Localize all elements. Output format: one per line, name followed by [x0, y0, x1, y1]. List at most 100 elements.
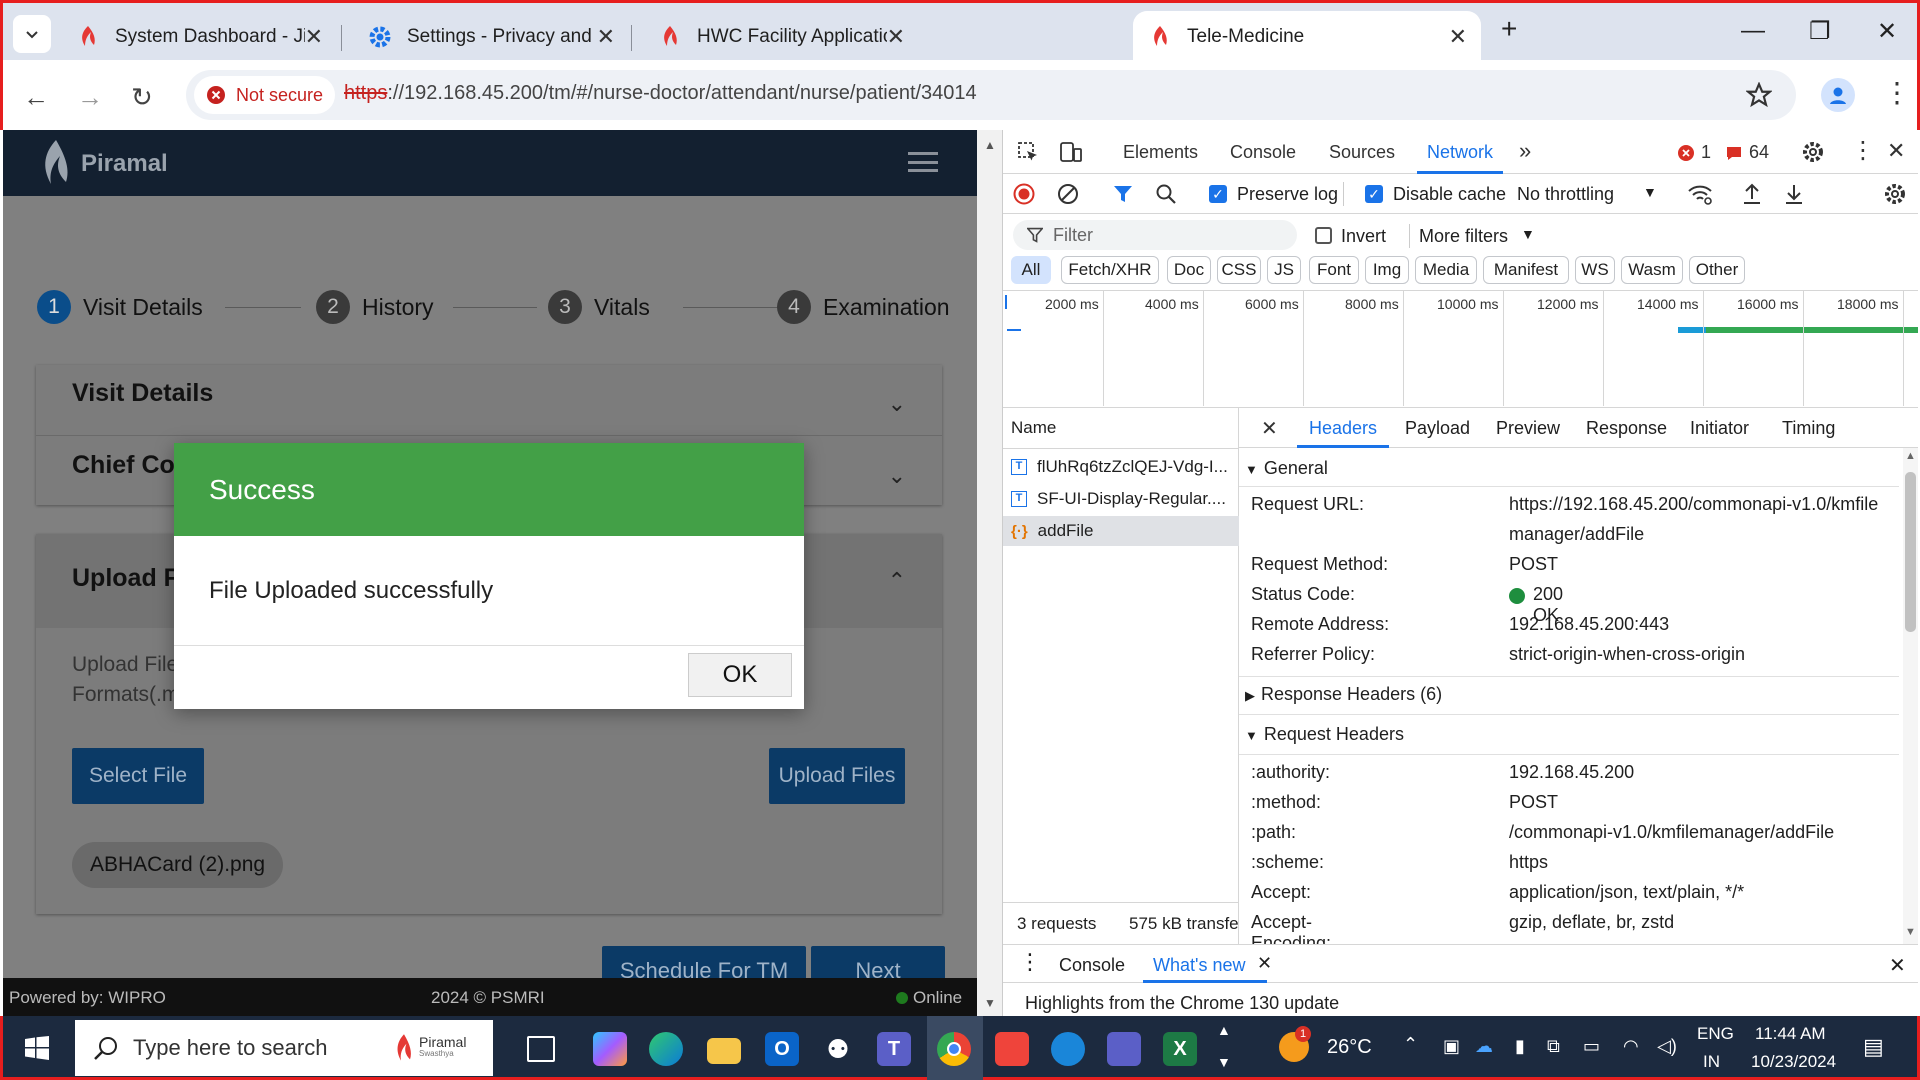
response-headers-toggle[interactable]: ▶ Response Headers (6) [1245, 684, 1442, 705]
meet-now-icon[interactable]: ▣ [1443, 1036, 1460, 1057]
close-icon[interactable]: ✕ [597, 24, 615, 50]
windows-start-icon[interactable] [25, 1036, 49, 1060]
network-conditions-icon[interactable] [1687, 182, 1713, 206]
remote-desktop-icon[interactable] [1051, 1032, 1085, 1066]
scroll-down-icon[interactable]: ▼ [1905, 926, 1916, 938]
excel-icon[interactable]: X [1163, 1032, 1197, 1066]
anydesk-icon[interactable] [995, 1032, 1029, 1066]
request-headers-toggle[interactable]: ▼ Request Headers [1245, 724, 1404, 745]
detail-tab-response[interactable]: Response [1586, 418, 1667, 439]
tab-tele-medicine[interactable]: Tele-Medicine ✕ [1133, 11, 1481, 63]
onedrive-icon[interactable]: ☁ [1475, 1036, 1493, 1057]
close-icon[interactable]: ✕ [887, 24, 905, 50]
filter-chip-font[interactable]: Font [1309, 256, 1359, 284]
clear-icon[interactable] [1057, 183, 1079, 205]
network-app-icon[interactable]: ⚉ [821, 1032, 855, 1066]
bookmark-star-icon[interactable] [1746, 82, 1772, 108]
volume-icon[interactable]: ◁) [1657, 1036, 1677, 1057]
tab-search-button[interactable] [13, 15, 51, 53]
reload-icon[interactable]: ↻ [131, 82, 153, 113]
profile-avatar[interactable] [1821, 78, 1855, 112]
filter-chip-css[interactable]: CSS [1217, 256, 1261, 284]
network-settings-icon[interactable] [1883, 182, 1907, 206]
new-tab-plus-icon[interactable]: + [1501, 13, 1517, 45]
general-section-toggle[interactable]: ▼ General [1245, 458, 1328, 479]
step-history[interactable]: 2 History [316, 290, 434, 324]
task-view-icon[interactable] [527, 1036, 555, 1062]
devtools-menu-icon[interactable]: ⋮ [1851, 136, 1875, 165]
file-explorer-icon[interactable] [707, 1038, 741, 1064]
error-icon[interactable] [1677, 144, 1695, 162]
filter-chip-ws[interactable]: WS [1575, 256, 1615, 284]
detail-close-icon[interactable]: ✕ [1261, 416, 1278, 441]
scroll-up-icon[interactable]: ▲ [1905, 450, 1916, 462]
teams-icon[interactable]: T [877, 1032, 911, 1066]
filter-chip-img[interactable]: Img [1365, 256, 1409, 284]
close-icon[interactable]: ✕ [305, 24, 323, 50]
teams-classic-icon[interactable] [1107, 1032, 1141, 1066]
filter-chip-all[interactable]: All [1011, 256, 1051, 284]
battery-icon[interactable]: ▭ [1583, 1036, 1600, 1057]
scroll-up-icon[interactable]: ▲ [984, 138, 996, 152]
devtools-close-icon[interactable]: ✕ [1887, 138, 1905, 164]
window-close-icon[interactable]: ✕ [1877, 17, 1897, 46]
header-value[interactable]: 192.168.45.200 [1509, 762, 1634, 783]
devtools-tab-console[interactable]: Console [1230, 142, 1296, 163]
search-icon[interactable] [1155, 183, 1177, 205]
header-value[interactable]: application/json, text/plain, */* [1509, 882, 1744, 903]
throttling-dropdown-icon[interactable]: ▼ [1643, 184, 1657, 200]
chevron-down-icon[interactable]: ⌄ [888, 463, 906, 489]
name-column-header[interactable]: Name [1011, 418, 1056, 438]
drawer-close-icon[interactable]: ✕ [1889, 953, 1906, 978]
throttling-select[interactable]: No throttling [1517, 184, 1614, 205]
browser-menu-icon[interactable]: ⋮ [1883, 76, 1911, 109]
filter-chip-fetch-xhr[interactable]: Fetch/XHR [1061, 256, 1159, 284]
header-value[interactable]: 192.168.45.200:443 [1509, 614, 1669, 635]
filter-chip-wasm[interactable]: Wasm [1621, 256, 1683, 284]
detail-scrollbar[interactable]: ▲ ▼ [1903, 448, 1918, 944]
chevron-up-icon[interactable]: ⌃ [888, 568, 906, 594]
chevron-down-icon[interactable]: ▼ [1521, 226, 1535, 242]
settings-gear-icon[interactable] [1801, 140, 1825, 164]
filter-chip-manifest[interactable]: Manifest [1483, 256, 1569, 284]
notifications-icon[interactable]: ▤ [1863, 1034, 1884, 1060]
filter-icon[interactable] [1113, 184, 1133, 204]
upload-icon[interactable] [1741, 182, 1763, 206]
scroll-down-icon[interactable]: ▼ [984, 996, 996, 1010]
wifi-icon[interactable]: ◠ [1623, 1036, 1639, 1057]
download-icon[interactable] [1783, 182, 1805, 206]
select-file-button[interactable]: Select File [72, 748, 204, 804]
address-bar[interactable]: Not secure https://192.168.45.200/tm/#/n… [186, 70, 1796, 120]
issues-icon[interactable] [1725, 144, 1743, 162]
record-icon[interactable] [1013, 183, 1035, 205]
filter-chip-other[interactable]: Other [1689, 256, 1745, 284]
drawer-tab-console[interactable]: Console [1059, 955, 1125, 976]
header-value[interactable]: strict-origin-when-cross-origin [1509, 644, 1745, 665]
language-line1[interactable]: ENG [1697, 1024, 1734, 1044]
drawer-tab-whats-new[interactable]: What's new [1153, 955, 1245, 976]
header-value[interactable]: POST [1509, 792, 1558, 813]
upload-files-button[interactable]: Upload Files [769, 748, 905, 804]
chevron-down-icon[interactable]: ⌄ [888, 391, 906, 417]
detail-tab-headers[interactable]: Headers [1309, 418, 1377, 439]
tab-jira[interactable]: System Dashboard - Jira ✕ [61, 11, 337, 63]
microphone-icon[interactable]: ▮ [1515, 1036, 1525, 1057]
clock-time[interactable]: 11:44 AM [1755, 1024, 1826, 1044]
header-value[interactable]: POST [1509, 554, 1558, 575]
restore-icon[interactable]: ❐ [1809, 17, 1831, 46]
ok-button[interactable]: OK [688, 653, 792, 697]
url-text[interactable]: https://192.168.45.200/tm/#/nurse-doctor… [344, 82, 977, 105]
security-chip[interactable]: Not secure [194, 76, 336, 114]
language-line2[interactable]: IN [1703, 1052, 1720, 1072]
detail-tab-timing[interactable]: Timing [1782, 418, 1835, 439]
step-visit-details[interactable]: 1 Visit Details [37, 290, 203, 324]
scrollbar-thumb[interactable] [1905, 472, 1916, 632]
detail-tab-initiator[interactable]: Initiator [1690, 418, 1749, 439]
edge-browser-icon[interactable] [649, 1032, 683, 1066]
drawer-menu-icon[interactable]: ⋮ [1019, 949, 1041, 975]
display-icon[interactable]: ⧉ [1547, 1036, 1560, 1057]
device-toolbar-icon[interactable] [1059, 141, 1083, 163]
devtools-tab-sources[interactable]: Sources [1329, 142, 1395, 163]
forward-icon[interactable]: → [77, 82, 103, 113]
inspect-element-icon[interactable] [1017, 141, 1039, 163]
